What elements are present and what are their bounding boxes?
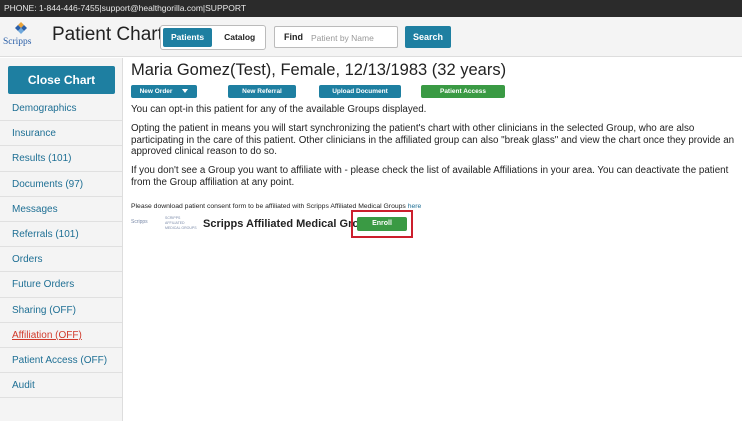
sidebar-item-affiliation[interactable]: Affiliation (OFF) [0, 323, 122, 348]
sidebar-item-audit[interactable]: Audit [0, 373, 122, 399]
sidebar-item-orders[interactable]: Orders [0, 247, 122, 273]
consent-text: Please download patient consent form to … [131, 203, 408, 210]
enroll-highlight-box: Enroll [351, 210, 413, 238]
patient-title: Maria Gomez(Test), Female, 12/13/1983 (3… [131, 61, 507, 79]
tab-patients[interactable]: Patients [163, 28, 213, 47]
phone-text: PHONE: 1-844-446-7455 [4, 3, 100, 13]
sidebar-item-referrals[interactable]: Referrals (101) [0, 222, 122, 248]
sidebar-item-demographics[interactable]: Demographics [0, 96, 122, 122]
logo-text: Scripps [3, 37, 32, 47]
enroll-button[interactable]: Enroll [357, 217, 407, 231]
chart-sidebar: Close Chart Demographics Insurance Resul… [0, 58, 123, 421]
sidebar-item-insurance[interactable]: Insurance [0, 121, 122, 147]
top-contact-bar: PHONE: 1-844-446-7455 | support@healthgo… [0, 0, 742, 17]
find-patient-box: Find [274, 26, 398, 48]
opt-in-intro-text: You can opt-in this patient for any of t… [131, 104, 427, 115]
scripps-logo-icon [15, 22, 27, 34]
new-referral-button[interactable]: New Referral [228, 85, 296, 98]
consent-form-link[interactable]: here [408, 203, 422, 210]
chevron-down-icon [182, 89, 189, 94]
scripps-logo: Scripps [3, 20, 43, 54]
patient-access-button[interactable]: Patient Access [421, 85, 505, 98]
patient-search-input[interactable] [311, 29, 395, 46]
affiliated-groups-mini-logo: SCRIPPS AFFILIATED MEDICAL GROUPS [165, 216, 197, 230]
tab-catalog[interactable]: Catalog [216, 28, 264, 47]
group-row: Scripps SCRIPPS AFFILIATED MEDICAL GROUP… [131, 210, 531, 238]
affiliation-help-text: If you don't see a Group you want to aff… [131, 165, 729, 188]
consent-form-text: Please download patient consent form to … [131, 202, 735, 211]
main-tabs: Patients Catalog [160, 25, 267, 50]
support-link[interactable]: SUPPORT [205, 0, 246, 17]
sidebar-item-patient-access[interactable]: Patient Access (OFF) [0, 348, 122, 374]
find-label: Find [284, 32, 303, 42]
new-order-label: New Order [139, 88, 173, 95]
sidebar-item-sharing[interactable]: Sharing (OFF) [0, 298, 122, 323]
main-content: Maria Gomez(Test), Female, 12/13/1983 (3… [123, 58, 742, 421]
search-button[interactable]: Search [405, 26, 451, 48]
opt-in-explanation-text: Opting the patient in means you will sta… [131, 123, 735, 157]
chart-nav: Demographics Insurance Results (101) Doc… [0, 96, 122, 399]
new-order-button[interactable]: New Order [131, 85, 197, 98]
support-email-link[interactable]: support@healthgorilla.com [102, 0, 203, 17]
sidebar-item-documents[interactable]: Documents (97) [0, 172, 122, 197]
close-chart-button[interactable]: Close Chart [8, 66, 115, 94]
app-title: Patient Chart [52, 24, 163, 45]
app-header: Scripps Patient Chart Patients Catalog F… [0, 17, 742, 57]
upload-document-button[interactable]: Upload Document [319, 85, 401, 98]
sidebar-item-results[interactable]: Results (101) [0, 146, 122, 172]
sidebar-item-future-orders[interactable]: Future Orders [0, 272, 122, 298]
scripps-mini-logo: Scripps [131, 219, 148, 225]
sidebar-item-messages[interactable]: Messages [0, 197, 122, 222]
